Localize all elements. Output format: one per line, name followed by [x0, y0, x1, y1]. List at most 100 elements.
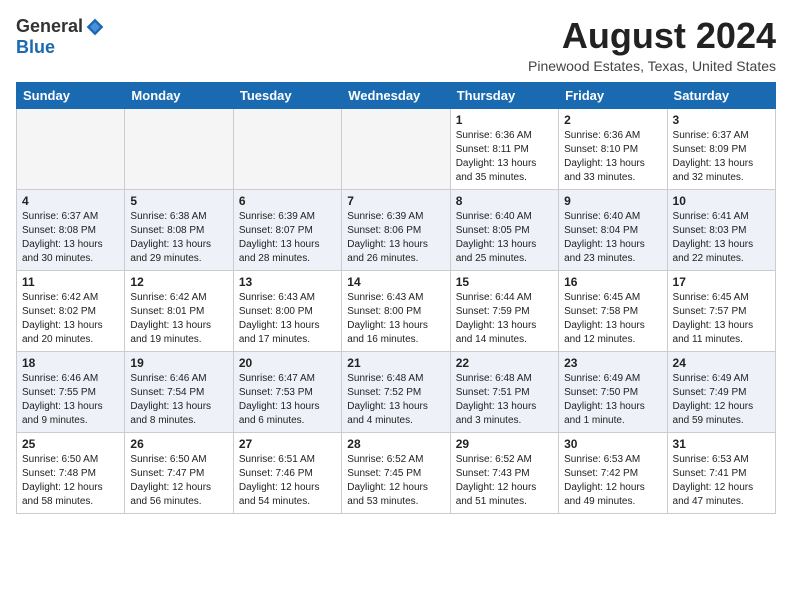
logo: General Blue: [16, 16, 105, 58]
month-title: August 2024: [528, 16, 776, 56]
calendar-cell: [342, 108, 450, 189]
logo-icon: [85, 17, 105, 37]
weekday-header-friday: Friday: [559, 82, 667, 108]
day-number: 14: [347, 275, 444, 289]
day-number: 13: [239, 275, 336, 289]
day-info: Sunrise: 6:46 AM Sunset: 7:55 PM Dayligh…: [22, 372, 119, 428]
calendar-cell: 16 Sunrise: 6:45 AM Sunset: 7:58 PM Dayli…: [559, 270, 667, 351]
calendar-cell: 28 Sunrise: 6:52 AM Sunset: 7:45 PM Dayli…: [342, 432, 450, 513]
day-number: 3: [673, 113, 770, 127]
day-number: 6: [239, 194, 336, 208]
day-info: Sunrise: 6:52 AM Sunset: 7:45 PM Dayligh…: [347, 453, 444, 509]
day-number: 30: [564, 437, 661, 451]
calendar-cell: 2 Sunrise: 6:36 AM Sunset: 8:10 PM Daylig…: [559, 108, 667, 189]
day-info: Sunrise: 6:52 AM Sunset: 7:43 PM Dayligh…: [456, 453, 553, 509]
day-info: Sunrise: 6:47 AM Sunset: 7:53 PM Dayligh…: [239, 372, 336, 428]
calendar-cell: 23 Sunrise: 6:49 AM Sunset: 7:50 PM Dayli…: [559, 351, 667, 432]
day-info: Sunrise: 6:36 AM Sunset: 8:10 PM Dayligh…: [564, 129, 661, 185]
calendar-cell: 21 Sunrise: 6:48 AM Sunset: 7:52 PM Dayli…: [342, 351, 450, 432]
day-number: 11: [22, 275, 119, 289]
calendar-cell: 30 Sunrise: 6:53 AM Sunset: 7:42 PM Dayli…: [559, 432, 667, 513]
weekday-header-sunday: Sunday: [17, 82, 125, 108]
weekday-header-row: SundayMondayTuesdayWednesdayThursdayFrid…: [17, 82, 776, 108]
calendar-cell: 25Sunrise: 6:50 AM Sunset: 7:48 PM Dayli…: [17, 432, 125, 513]
logo-blue: Blue: [16, 37, 55, 58]
day-info: Sunrise: 6:39 AM Sunset: 8:07 PM Dayligh…: [239, 210, 336, 266]
day-number: 27: [239, 437, 336, 451]
day-info: Sunrise: 6:41 AM Sunset: 8:03 PM Dayligh…: [673, 210, 770, 266]
day-info: Sunrise: 6:49 AM Sunset: 7:49 PM Dayligh…: [673, 372, 770, 428]
day-info: Sunrise: 6:37 AM Sunset: 8:09 PM Dayligh…: [673, 129, 770, 185]
calendar-cell: 6 Sunrise: 6:39 AM Sunset: 8:07 PM Daylig…: [233, 189, 341, 270]
day-info: Sunrise: 6:50 AM Sunset: 7:47 PM Dayligh…: [130, 453, 227, 509]
calendar-cell: [125, 108, 233, 189]
day-number: 2: [564, 113, 661, 127]
day-info: Sunrise: 6:40 AM Sunset: 8:05 PM Dayligh…: [456, 210, 553, 266]
calendar-cell: 26Sunrise: 6:50 AM Sunset: 7:47 PM Dayli…: [125, 432, 233, 513]
day-info: Sunrise: 6:43 AM Sunset: 8:00 PM Dayligh…: [239, 291, 336, 347]
calendar-cell: 31Sunrise: 6:53 AM Sunset: 7:41 PM Dayli…: [667, 432, 775, 513]
calendar-week-1: 1Sunrise: 6:36 AM Sunset: 8:11 PM Daylig…: [17, 108, 776, 189]
weekday-header-wednesday: Wednesday: [342, 82, 450, 108]
calendar-cell: 27 Sunrise: 6:51 AM Sunset: 7:46 PM Dayli…: [233, 432, 341, 513]
calendar-week-4: 18 Sunrise: 6:46 AM Sunset: 7:55 PM Dayli…: [17, 351, 776, 432]
calendar-cell: 10 Sunrise: 6:41 AM Sunset: 8:03 PM Dayli…: [667, 189, 775, 270]
day-info: Sunrise: 6:45 AM Sunset: 7:57 PM Dayligh…: [673, 291, 770, 347]
calendar-cell: 8Sunrise: 6:40 AM Sunset: 8:05 PM Daylig…: [450, 189, 558, 270]
day-number: 1: [456, 113, 553, 127]
day-number: 29: [456, 437, 553, 451]
calendar-cell: [233, 108, 341, 189]
day-number: 18: [22, 356, 119, 370]
calendar-cell: [17, 108, 125, 189]
calendar-cell: 29 Sunrise: 6:52 AM Sunset: 7:43 PM Dayli…: [450, 432, 558, 513]
day-number: 12: [130, 275, 227, 289]
day-number: 24: [673, 356, 770, 370]
location: Pinewood Estates, Texas, United States: [528, 58, 776, 74]
day-number: 16: [564, 275, 661, 289]
weekday-header-thursday: Thursday: [450, 82, 558, 108]
calendar-cell: 20 Sunrise: 6:47 AM Sunset: 7:53 PM Dayli…: [233, 351, 341, 432]
weekday-header-saturday: Saturday: [667, 82, 775, 108]
calendar-cell: 1Sunrise: 6:36 AM Sunset: 8:11 PM Daylig…: [450, 108, 558, 189]
day-info: Sunrise: 6:38 AM Sunset: 8:08 PM Dayligh…: [130, 210, 227, 266]
day-info: Sunrise: 6:46 AM Sunset: 7:54 PM Dayligh…: [130, 372, 227, 428]
day-info: Sunrise: 6:48 AM Sunset: 7:52 PM Dayligh…: [347, 372, 444, 428]
calendar-table: SundayMondayTuesdayWednesdayThursdayFrid…: [16, 82, 776, 514]
day-info: Sunrise: 6:51 AM Sunset: 7:46 PM Dayligh…: [239, 453, 336, 509]
calendar-cell: 7Sunrise: 6:39 AM Sunset: 8:06 PM Daylig…: [342, 189, 450, 270]
day-number: 31: [673, 437, 770, 451]
calendar-week-3: 11 Sunrise: 6:42 AM Sunset: 8:02 PM Dayli…: [17, 270, 776, 351]
calendar-cell: 22 Sunrise: 6:48 AM Sunset: 7:51 PM Dayli…: [450, 351, 558, 432]
day-number: 15: [456, 275, 553, 289]
day-number: 5: [130, 194, 227, 208]
day-number: 22: [456, 356, 553, 370]
day-number: 17: [673, 275, 770, 289]
day-number: 28: [347, 437, 444, 451]
logo-general: General: [16, 16, 83, 37]
day-number: 9: [564, 194, 661, 208]
day-info: Sunrise: 6:44 AM Sunset: 7:59 PM Dayligh…: [456, 291, 553, 347]
calendar-cell: 15 Sunrise: 6:44 AM Sunset: 7:59 PM Dayli…: [450, 270, 558, 351]
weekday-header-monday: Monday: [125, 82, 233, 108]
day-number: 19: [130, 356, 227, 370]
calendar-week-5: 25Sunrise: 6:50 AM Sunset: 7:48 PM Dayli…: [17, 432, 776, 513]
day-info: Sunrise: 6:49 AM Sunset: 7:50 PM Dayligh…: [564, 372, 661, 428]
day-info: Sunrise: 6:43 AM Sunset: 8:00 PM Dayligh…: [347, 291, 444, 347]
day-number: 21: [347, 356, 444, 370]
calendar-cell: 17 Sunrise: 6:45 AM Sunset: 7:57 PM Dayli…: [667, 270, 775, 351]
page-header: General Blue August 2024 Pinewood Estate…: [16, 16, 776, 74]
day-number: 20: [239, 356, 336, 370]
day-number: 23: [564, 356, 661, 370]
day-info: Sunrise: 6:53 AM Sunset: 7:42 PM Dayligh…: [564, 453, 661, 509]
day-info: Sunrise: 6:42 AM Sunset: 8:02 PM Dayligh…: [22, 291, 119, 347]
calendar-cell: 18 Sunrise: 6:46 AM Sunset: 7:55 PM Dayli…: [17, 351, 125, 432]
day-number: 25: [22, 437, 119, 451]
day-info: Sunrise: 6:45 AM Sunset: 7:58 PM Dayligh…: [564, 291, 661, 347]
calendar-cell: 14 Sunrise: 6:43 AM Sunset: 8:00 PM Dayli…: [342, 270, 450, 351]
day-number: 10: [673, 194, 770, 208]
day-number: 4: [22, 194, 119, 208]
day-info: Sunrise: 6:42 AM Sunset: 8:01 PM Dayligh…: [130, 291, 227, 347]
calendar-cell: 11 Sunrise: 6:42 AM Sunset: 8:02 PM Dayli…: [17, 270, 125, 351]
day-info: Sunrise: 6:48 AM Sunset: 7:51 PM Dayligh…: [456, 372, 553, 428]
title-block: August 2024 Pinewood Estates, Texas, Uni…: [528, 16, 776, 74]
